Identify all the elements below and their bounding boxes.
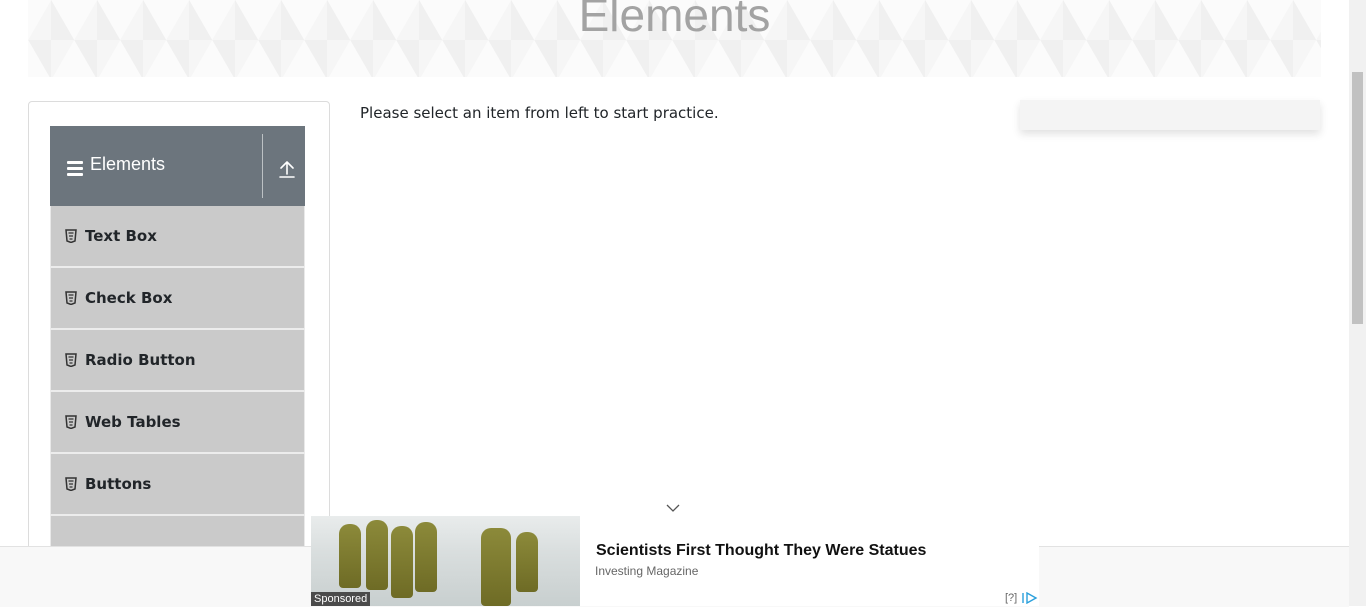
- header-divider: [262, 134, 263, 198]
- sidebar-item-buttons[interactable]: Buttons: [50, 454, 305, 516]
- page-banner: Elements: [28, 0, 1321, 77]
- sidebar-item-text-box[interactable]: Text Box: [50, 206, 305, 268]
- sidebar-item-label: Check Box: [85, 289, 173, 307]
- ad-source: Investing Magazine: [595, 564, 699, 578]
- ad-headline[interactable]: Scientists First Thought They Were Statu…: [596, 542, 926, 560]
- page-scrollbar[interactable]: [1349, 0, 1366, 606]
- html5-icon: [65, 229, 77, 243]
- sponsored-label: Sponsored: [311, 592, 371, 606]
- elements-menu-list: Text Box Check Box Radio Button Web Tabl…: [50, 206, 305, 546]
- ad-banner[interactable]: Sponsored Scientists First Thought They …: [311, 516, 1039, 606]
- chevron-down-icon[interactable]: [666, 503, 680, 513]
- elements-group-header[interactable]: Elements: [50, 126, 305, 206]
- sidebar-item-label: Buttons: [85, 475, 152, 493]
- hamburger-icon: [67, 161, 83, 176]
- sidebar-item-check-box[interactable]: Check Box: [50, 268, 305, 330]
- side-ad-placeholder: [1020, 100, 1320, 130]
- sidebar-item-radio-button[interactable]: Radio Button: [50, 330, 305, 392]
- html5-icon: [65, 291, 77, 305]
- sidebar-item-label: Text Box: [85, 227, 157, 245]
- ad-help-link[interactable]: [?]: [1005, 592, 1017, 604]
- page-title: Elements: [578, 0, 771, 41]
- sidebar-item-label: Web Tables: [85, 413, 181, 431]
- practice-prompt: Please select an item from left to start…: [360, 104, 719, 122]
- scrollbar-thumb[interactable]: [1352, 72, 1363, 324]
- html5-icon: [65, 353, 77, 367]
- sidebar-item-next[interactable]: [50, 516, 305, 546]
- collapse-up-icon[interactable]: [278, 158, 296, 178]
- sidebar-item-web-tables[interactable]: Web Tables: [50, 392, 305, 454]
- group-header-label: Elements: [90, 154, 166, 174]
- html5-icon: [65, 477, 77, 491]
- sidebar-item-label: Radio Button: [85, 351, 196, 369]
- ad-image[interactable]: Sponsored: [311, 516, 580, 606]
- html5-icon: [65, 415, 77, 429]
- ad-choices-icon[interactable]: [1022, 592, 1038, 604]
